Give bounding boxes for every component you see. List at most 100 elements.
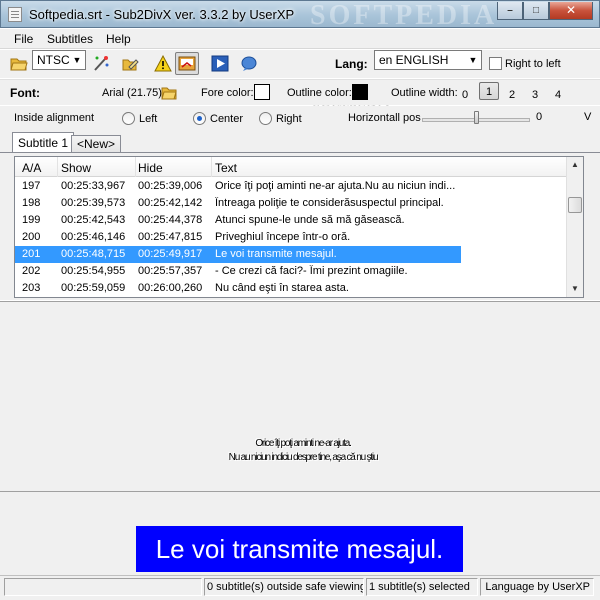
- status-bar: 0 subtitle(s) outside safe viewing 1 sub…: [0, 575, 600, 600]
- row-hide: 00:25:42,142: [138, 197, 203, 209]
- list-scrollbar[interactable]: ▲ ▼: [566, 157, 583, 297]
- row-text: Le voi transmite mesajul.: [215, 248, 337, 260]
- table-row[interactable]: 198 00:25:39,573 00:25:42,142 Întreaga p…: [15, 195, 567, 212]
- row-show: 00:25:33,967: [61, 180, 126, 192]
- horizontal-pos-value: 0: [536, 111, 543, 123]
- list-header: A/A Show Hide Text: [15, 157, 567, 177]
- edit-file-icon[interactable]: [121, 55, 139, 72]
- outline-color-swatch[interactable]: [352, 84, 368, 100]
- row-show: 00:25:48,715: [61, 248, 126, 260]
- table-row[interactable]: 199 00:25:42,543 00:25:44,378 Atunci spu…: [15, 212, 567, 229]
- row-text: Orice îţi poţi aminti ne-ar ajuta.Nu au …: [215, 180, 456, 192]
- framerate-select[interactable]: NTSC ▼: [32, 50, 86, 70]
- column-aa[interactable]: A/A: [22, 161, 41, 175]
- rtl-label: Right to left: [505, 58, 561, 70]
- row-hide: 00:25:47,815: [138, 231, 203, 243]
- subtitle-tabs: Subtitle 1 <New>: [0, 130, 600, 154]
- status-language-credit: Language by UserXP: [480, 578, 594, 596]
- row-aa: 202: [22, 265, 41, 277]
- menu-bar: File Subtitles Help: [0, 29, 600, 49]
- tab-subtitle-1[interactable]: Subtitle 1: [12, 132, 75, 152]
- open-folder-icon[interactable]: [10, 55, 28, 72]
- maximize-button[interactable]: □: [523, 2, 549, 20]
- preview-line-2: Nu au niciun indiciu despre tine, aşa că…: [228, 452, 379, 463]
- language-select[interactable]: en ENGLISH ▼: [374, 50, 482, 70]
- fore-color-label: Fore color:: [201, 87, 254, 99]
- menu-file[interactable]: File: [14, 32, 33, 46]
- outline-width-1[interactable]: 1: [479, 82, 499, 100]
- rendered-subtitle: Le voi transmite mesajul.: [136, 526, 463, 572]
- row-hide: 00:25:44,378: [138, 214, 203, 226]
- status-selected-count: 1 subtitle(s) selected: [366, 578, 478, 596]
- status-cell-main: [4, 578, 202, 596]
- tab-new[interactable]: <New>: [71, 135, 122, 152]
- chevron-down-icon: ▼: [72, 55, 82, 65]
- font-value[interactable]: Arial (21.75): [102, 87, 162, 99]
- row-hide: 00:25:49,917: [138, 248, 203, 260]
- row-text: Nu când eşti în starea asta.: [215, 282, 349, 294]
- subtitle-bubble-icon[interactable]: [240, 55, 258, 72]
- warning-icon[interactable]: [154, 55, 172, 72]
- outline-width-2[interactable]: 2: [502, 86, 522, 104]
- menu-help[interactable]: Help: [106, 32, 131, 46]
- window-controls: – □ ✕: [497, 2, 593, 20]
- row-text: Atunci spune-le unde să mă găsească.: [215, 214, 405, 226]
- column-show[interactable]: Show: [61, 161, 91, 175]
- outline-width-3[interactable]: 3: [525, 86, 545, 104]
- table-row-selected[interactable]: 201 00:25:48,715 00:25:49,917 Le voi tra…: [15, 246, 461, 263]
- fore-color-swatch[interactable]: [254, 84, 270, 100]
- row-text: Priveghiul începe într-o oră.: [215, 231, 351, 243]
- lang-label: Lang:: [335, 57, 368, 71]
- app-icon: [8, 7, 22, 22]
- row-show: 00:25:59,059: [61, 282, 126, 294]
- scroll-thumb[interactable]: [568, 197, 582, 213]
- vertical-pos-label: V: [584, 111, 592, 123]
- align-left-radio[interactable]: [122, 112, 135, 125]
- outline-width-label: Outline width:: [391, 87, 458, 99]
- outline-width-0[interactable]: 0: [455, 86, 475, 104]
- language-value: en ENGLISH: [379, 53, 449, 67]
- row-aa: 200: [22, 231, 41, 243]
- subtitle-list[interactable]: A/A Show Hide Text 197 00:25:33,967 00:2…: [14, 156, 584, 298]
- font-folder-icon[interactable]: [161, 85, 177, 100]
- row-show: 00:25:39,573: [61, 197, 126, 209]
- title-bar[interactable]: Softpedia.srt - Sub2DivX ver. 3.3.2 by U…: [0, 0, 600, 28]
- row-aa: 197: [22, 180, 41, 192]
- outline-width-4[interactable]: 4: [548, 86, 568, 104]
- horizontal-pos-thumb[interactable]: [474, 111, 479, 124]
- table-row[interactable]: 202 00:25:54,955 00:25:57,357 - Ce crezi…: [15, 263, 567, 280]
- row-show: 00:25:46,146: [61, 231, 126, 243]
- play-video-icon[interactable]: [211, 55, 229, 72]
- toggle-preview-button[interactable]: [175, 52, 199, 75]
- status-outside-safe: 0 subtitle(s) outside safe viewing: [204, 578, 364, 596]
- magic-wand-icon[interactable]: [92, 55, 110, 72]
- minimize-button[interactable]: –: [497, 2, 523, 20]
- align-left-label: Left: [139, 113, 158, 125]
- horizontal-pos-label: Horizontall pos: [348, 112, 421, 124]
- menu-subtitles[interactable]: Subtitles: [47, 32, 93, 46]
- row-show: 00:25:42,543: [61, 214, 126, 226]
- align-right-radio[interactable]: [259, 112, 272, 125]
- preview-frame-icon: [178, 56, 196, 71]
- table-row[interactable]: 200 00:25:46,146 00:25:47,815 Priveghiul…: [15, 229, 567, 246]
- row-show: 00:25:54,955: [61, 265, 126, 277]
- column-separator: [211, 157, 212, 177]
- toolbar: NTSC ▼ SOFTPEDIA Lang: en ENGLISH ▼ Righ…: [0, 50, 600, 118]
- outline-color-label: Outline color:: [287, 87, 352, 99]
- rtl-checkbox[interactable]: [489, 57, 502, 70]
- close-button[interactable]: ✕: [549, 2, 593, 20]
- row-hide: 00:25:39,006: [138, 180, 203, 192]
- window-title: Softpedia.srt - Sub2DivX ver. 3.3.2 by U…: [29, 7, 295, 22]
- table-row[interactable]: 197 00:25:33,967 00:25:39,006 Orice îţi …: [15, 178, 567, 195]
- column-separator: [57, 157, 58, 177]
- column-text[interactable]: Text: [215, 161, 237, 175]
- align-right-label: Right: [276, 113, 302, 125]
- align-center-label: Center: [210, 113, 244, 125]
- align-center-radio[interactable]: [193, 112, 206, 125]
- scroll-up-arrow-icon[interactable]: ▲: [567, 157, 583, 173]
- scroll-down-arrow-icon[interactable]: ▼: [567, 281, 583, 297]
- row-hide: 00:25:57,357: [138, 265, 203, 277]
- row-aa: 203: [22, 282, 41, 294]
- column-hide[interactable]: Hide: [138, 161, 163, 175]
- table-row[interactable]: 203 00:25:59,059 00:26:00,260 Nu când eş…: [15, 280, 567, 297]
